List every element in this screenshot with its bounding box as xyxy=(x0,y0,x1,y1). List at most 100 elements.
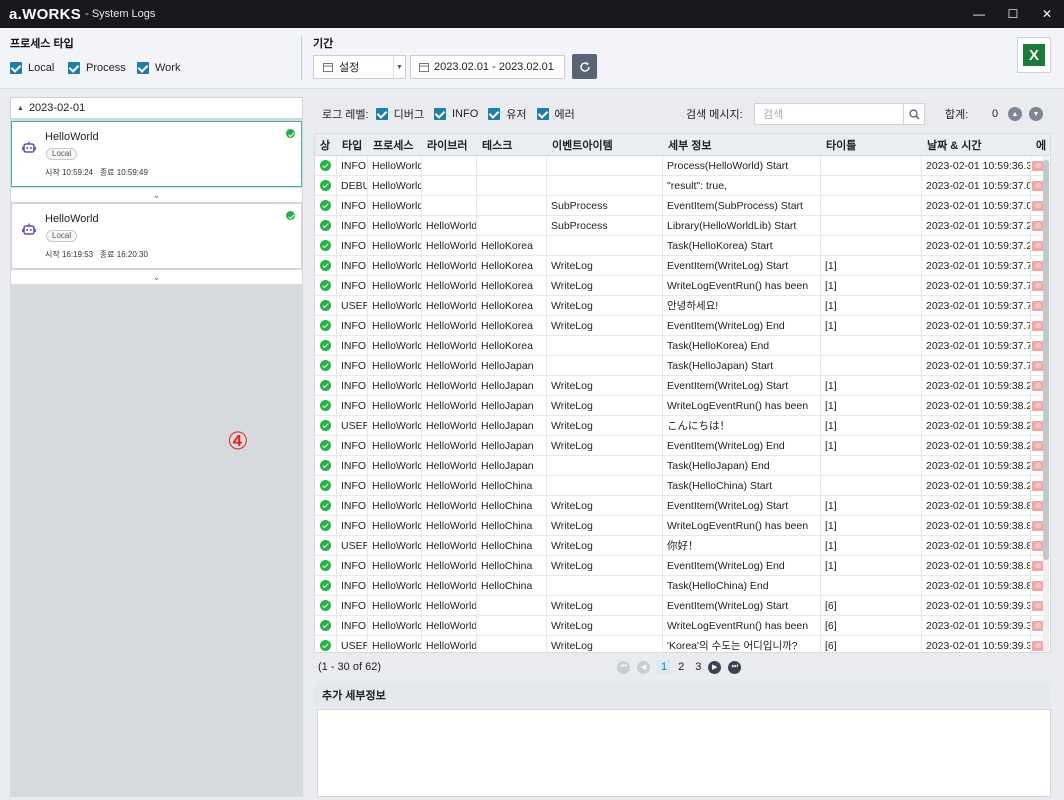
excel-export-button[interactable]: X xyxy=(1017,37,1051,73)
close-button[interactable]: ✕ xyxy=(1030,0,1064,28)
table-cell: [1] xyxy=(821,376,922,396)
column-header[interactable]: 에 xyxy=(1031,134,1046,155)
checkbox-process[interactable]: Process xyxy=(68,62,126,74)
table-cell: [1] xyxy=(821,396,922,416)
table-row[interactable]: INFO HelloWorld HelloWorld HelloChina WriteL… xyxy=(315,496,1050,516)
column-header[interactable]: 테스크 xyxy=(477,134,547,155)
table-row[interactable]: DEBUGHelloWorld "result": true, 2023-02-0… xyxy=(315,176,1050,196)
column-header[interactable]: 타입 xyxy=(337,134,368,155)
column-header[interactable]: 타이틀 xyxy=(821,134,922,155)
vertical-scrollbar[interactable] xyxy=(1043,156,1049,652)
detail-text-area[interactable] xyxy=(317,709,1051,797)
table-row[interactable]: INFO HelloWorld SubProcess EventItem(SubPro… xyxy=(315,196,1050,216)
column-header[interactable]: 이벤트아이템 xyxy=(547,134,663,155)
status-cell xyxy=(315,216,337,236)
search-input[interactable]: 검색 xyxy=(754,103,904,125)
success-icon xyxy=(320,640,331,651)
table-row[interactable]: INFO HelloWorld HelloWorld HelloKorea WriteL… xyxy=(315,316,1050,336)
column-header[interactable]: 라이브러 xyxy=(422,134,477,155)
table-row[interactable]: INFO HelloWorld Process(HelloWorld) Start 2… xyxy=(315,156,1050,176)
page-2-button[interactable]: 2 xyxy=(678,661,684,673)
table-row[interactable]: INFO HelloWorld HelloWorld HelloKorea WriteL… xyxy=(315,256,1050,276)
log-panel: 로그 레벨: 디버그 INFO 유저 에러 검색 메시지: 합계: 0 ▲ ▼ … xyxy=(310,97,1055,797)
date-range-input[interactable]: 2023.02.01 - 2023.02.01 xyxy=(410,55,565,79)
table-cell: HelloKorea xyxy=(477,256,547,276)
level-info-checkbox[interactable]: INFO xyxy=(433,108,478,120)
table-cell: HelloKorea xyxy=(477,296,547,316)
expand-card-button[interactable]: ⌄ xyxy=(11,270,302,284)
scroll-up-button[interactable]: ▲ xyxy=(1008,107,1022,121)
table-cell: WriteLogEventRun() has been xyxy=(663,516,821,536)
first-page-button[interactable]: ⏮ xyxy=(617,660,630,674)
table-row[interactable]: INFO HelloWorld HelloWorld HelloKorea WriteL… xyxy=(315,276,1050,296)
table-row[interactable]: USER HelloWorld HelloWorld HelloChina WriteL… xyxy=(315,536,1050,556)
table-row[interactable]: INFO HelloWorld HelloWorld HelloChina WriteL… xyxy=(315,556,1050,576)
process-card[interactable]: HelloWorld Local 시작 10:59:24 종료 10:59:49 xyxy=(11,121,302,187)
table-row[interactable]: INFO HelloWorld HelloWorld HelloJapan Task(H… xyxy=(315,456,1050,476)
level-error-checkbox[interactable]: 에러 xyxy=(536,106,575,122)
table-row[interactable]: INFO HelloWorld HelloWorld HelloJapan Task(H… xyxy=(315,356,1050,376)
scroll-down-button[interactable]: ▼ xyxy=(1029,107,1043,121)
chevron-down-icon: ⌄ xyxy=(152,189,161,200)
scrollbar-thumb[interactable] xyxy=(1043,160,1049,560)
success-icon xyxy=(320,280,331,291)
table-row[interactable]: USER HelloWorld HelloWorld WriteLog 'Korea'의… xyxy=(315,636,1050,652)
chevron-down-icon: ⌄ xyxy=(152,271,161,282)
table-cell xyxy=(547,336,663,356)
table-cell: HelloKorea xyxy=(477,236,547,256)
table-cell: HelloJapan xyxy=(477,396,547,416)
checkbox-work[interactable]: Work xyxy=(137,62,180,74)
process-card[interactable]: HelloWorld Local 시작 16:19:53 종료 16:20:30 xyxy=(11,203,302,269)
table-row[interactable]: INFO HelloWorld HelloWorld HelloJapan WriteL… xyxy=(315,396,1050,416)
table-row[interactable]: INFO HelloWorld HelloWorld HelloKorea Task(H… xyxy=(315,336,1050,356)
table-row[interactable]: INFO HelloWorld HelloWorld HelloChina WriteL… xyxy=(315,516,1050,536)
table-cell: HelloWorld xyxy=(422,216,477,236)
table-cell xyxy=(821,476,922,496)
table-row[interactable]: INFO HelloWorld HelloWorld HelloChina Task(H… xyxy=(315,476,1050,496)
log-table: 상 타입 프로세스 라이브러 테스크 이벤트아이템 세부 정보 타이틀 날짜 & 시간 에 INF… xyxy=(314,133,1051,653)
status-cell xyxy=(315,536,337,556)
table-cell: [1] xyxy=(821,516,922,536)
start-label: 시작 xyxy=(45,250,60,259)
last-page-button[interactable]: ⏭ xyxy=(728,660,742,674)
table-cell: WriteLogEventRun() has been xyxy=(663,396,821,416)
column-header[interactable]: 상 xyxy=(315,134,337,155)
table-cell: EventItem(WriteLog) End xyxy=(663,436,821,456)
expand-card-button[interactable]: ⌄ xyxy=(11,188,302,202)
column-header[interactable]: 세부 정보 xyxy=(663,134,821,155)
search-label: 검색 메시지: xyxy=(686,109,743,121)
page-1-button[interactable]: 1 xyxy=(657,660,672,674)
table-row[interactable]: INFO HelloWorld HelloWorld HelloChina Task(H… xyxy=(315,576,1050,596)
table-row[interactable]: INFO HelloWorld HelloWorld WriteLog EventIte… xyxy=(315,596,1050,616)
start-time: 16:19:53 xyxy=(61,250,94,259)
checkbox-local[interactable]: Local xyxy=(10,62,54,74)
table-cell: HelloJapan xyxy=(477,376,547,396)
column-header[interactable]: 프로세스 xyxy=(368,134,422,155)
table-cell xyxy=(422,176,477,196)
table-row[interactable]: INFO HelloWorld HelloWorld HelloJapan WriteL… xyxy=(315,376,1050,396)
table-row[interactable]: USER HelloWorld HelloWorld HelloKorea WriteL… xyxy=(315,296,1050,316)
date-group-header[interactable]: ▲ 2023-02-01 xyxy=(10,97,303,119)
maximize-button[interactable]: ☐ xyxy=(996,0,1030,28)
table-cell: 2023-02-01 10:59:38.8 xyxy=(922,516,1031,536)
table-cell: WriteLogEventRun() has been xyxy=(663,616,821,636)
table-row[interactable]: INFO HelloWorld HelloWorld HelloJapan WriteL… xyxy=(315,436,1050,456)
success-icon xyxy=(286,211,295,220)
period-select[interactable]: 설정 ▼ xyxy=(313,55,406,79)
table-row[interactable]: USER HelloWorld HelloWorld HelloJapan WriteL… xyxy=(315,416,1050,436)
refresh-button[interactable] xyxy=(572,54,597,79)
table-row[interactable]: INFO HelloWorld HelloWorld HelloKorea Task(H… xyxy=(315,236,1050,256)
table-cell: INFO xyxy=(337,596,368,616)
page-3-button[interactable]: 3 xyxy=(695,661,701,673)
column-header[interactable]: 날짜 & 시간 xyxy=(922,134,1031,155)
success-icon xyxy=(320,420,331,431)
table-row[interactable]: INFO HelloWorld HelloWorld WriteLog WriteLog… xyxy=(315,616,1050,636)
level-debug-checkbox[interactable]: 디버그 xyxy=(375,106,424,122)
minimize-button[interactable]: — xyxy=(962,0,996,28)
prev-page-button[interactable]: ◀ xyxy=(637,660,650,674)
search-button[interactable] xyxy=(903,103,925,125)
level-user-checkbox[interactable]: 유저 xyxy=(488,106,527,122)
table-row[interactable]: INFO HelloWorld HelloWorld SubProcess Librar… xyxy=(315,216,1050,236)
success-icon xyxy=(320,600,331,611)
next-page-button[interactable]: ▶ xyxy=(708,660,722,674)
